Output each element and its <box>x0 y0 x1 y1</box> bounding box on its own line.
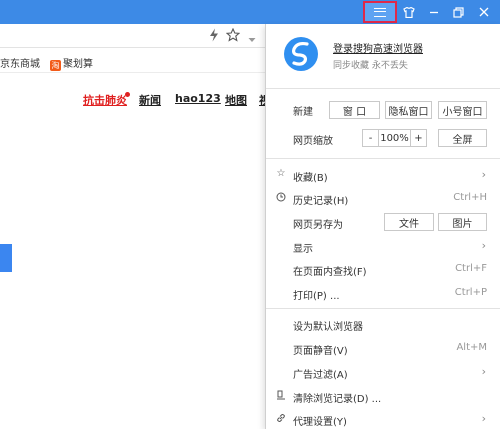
zoom-label: 网页缩放 <box>293 136 333 147</box>
shortcut-label: Ctrl+H <box>453 192 487 203</box>
divider <box>266 158 500 159</box>
address-bar <box>0 24 266 48</box>
login-link[interactable]: 登录搜狗高速浏览器 <box>333 40 423 55</box>
menu-item-label: 显示 <box>293 244 313 255</box>
shortcut-label: Ctrl+P <box>454 287 487 298</box>
bookmark-juhuasuan-label: 聚划算 <box>63 59 93 70</box>
menu-item-label: 页面静音(V) <box>293 346 348 357</box>
close-button[interactable] <box>471 0 497 24</box>
zoom-out-button[interactable]: - <box>362 129 379 147</box>
divider <box>266 88 500 89</box>
star-icon[interactable] <box>225 27 241 46</box>
shortcut-label: Alt+M <box>456 342 487 353</box>
nav-link-map[interactable]: 地图 <box>225 92 247 108</box>
nav-link-news[interactable]: 新闻 <box>139 92 161 108</box>
eraser-icon <box>275 390 287 403</box>
menu-item-label: 历史记录(H) <box>293 196 349 207</box>
clock-icon <box>275 192 287 205</box>
new-window-button[interactable]: 窗 口 <box>329 101 380 119</box>
star-outline-icon: ☆ <box>276 168 286 179</box>
bookmarks-bar: 京东商城 淘聚划算 <box>0 49 266 73</box>
main-menu-button[interactable] <box>363 1 397 23</box>
nav-link-kangji[interactable]: 抗击肺炎 <box>83 92 127 108</box>
menu-item-label: 设为默认浏览器 <box>293 322 363 333</box>
minimize-button[interactable] <box>423 0 445 24</box>
bookmark-jd[interactable]: 京东商城 <box>0 55 40 70</box>
chevron-down-icon[interactable] <box>248 32 256 47</box>
save-file-button[interactable]: 文件 <box>384 213 434 231</box>
taobao-badge-icon: 淘 <box>50 60 61 71</box>
shirt-skin-icon <box>403 6 415 18</box>
private-window-button[interactable]: 隐私窗口 <box>385 101 432 119</box>
menu-item-label: 清除浏览记录(D) ... <box>293 394 382 405</box>
chevron-right-icon: › <box>481 168 486 181</box>
nav-link-hao123[interactable]: hao123 <box>175 92 221 105</box>
divider <box>266 308 500 309</box>
main-menu-panel: 登录搜狗高速浏览器 同步收藏 永不丢失 新建 窗 口 隐私窗口 小号窗口 网页缩… <box>265 24 500 429</box>
save-image-button[interactable]: 图片 <box>438 213 487 231</box>
shortcut-label: Ctrl+F <box>455 263 487 274</box>
fullscreen-button[interactable]: 全屏 <box>438 129 487 147</box>
zoom-level: 100% <box>378 129 411 147</box>
link-icon <box>275 413 287 426</box>
chevron-right-icon: › <box>481 239 486 252</box>
lightning-icon[interactable] <box>209 28 219 46</box>
restore-icon <box>452 6 464 18</box>
menu-item-label: 收藏(B) <box>293 173 328 184</box>
chevron-right-icon: › <box>481 365 486 378</box>
restore-button[interactable] <box>447 0 469 24</box>
title-bar <box>0 0 500 24</box>
menu-item-label: 在页面内查找(F) <box>293 267 367 278</box>
login-subtitle: 同步收藏 永不丢失 <box>333 61 408 71</box>
menu-item-label: 网页另存为 <box>293 220 343 231</box>
search-button-partial[interactable] <box>0 244 12 272</box>
menu-item-label: 打印(P) ... <box>293 291 340 302</box>
bookmark-juhuasuan[interactable]: 淘聚划算 <box>50 55 93 71</box>
hot-dot-icon <box>125 92 130 97</box>
new-label: 新建 <box>293 107 313 118</box>
menu-item-label: 广告过滤(A) <box>293 370 348 381</box>
small-window-button[interactable]: 小号窗口 <box>438 101 487 119</box>
hamburger-menu-icon <box>374 7 386 17</box>
menu-item-label: 代理设置(Y) <box>293 417 347 428</box>
skin-button[interactable] <box>398 0 420 24</box>
close-icon <box>479 7 489 17</box>
minimize-icon <box>430 11 438 14</box>
zoom-in-button[interactable]: + <box>410 129 427 147</box>
sogou-browser-logo-icon[interactable] <box>283 36 319 72</box>
chevron-right-icon: › <box>481 412 486 425</box>
